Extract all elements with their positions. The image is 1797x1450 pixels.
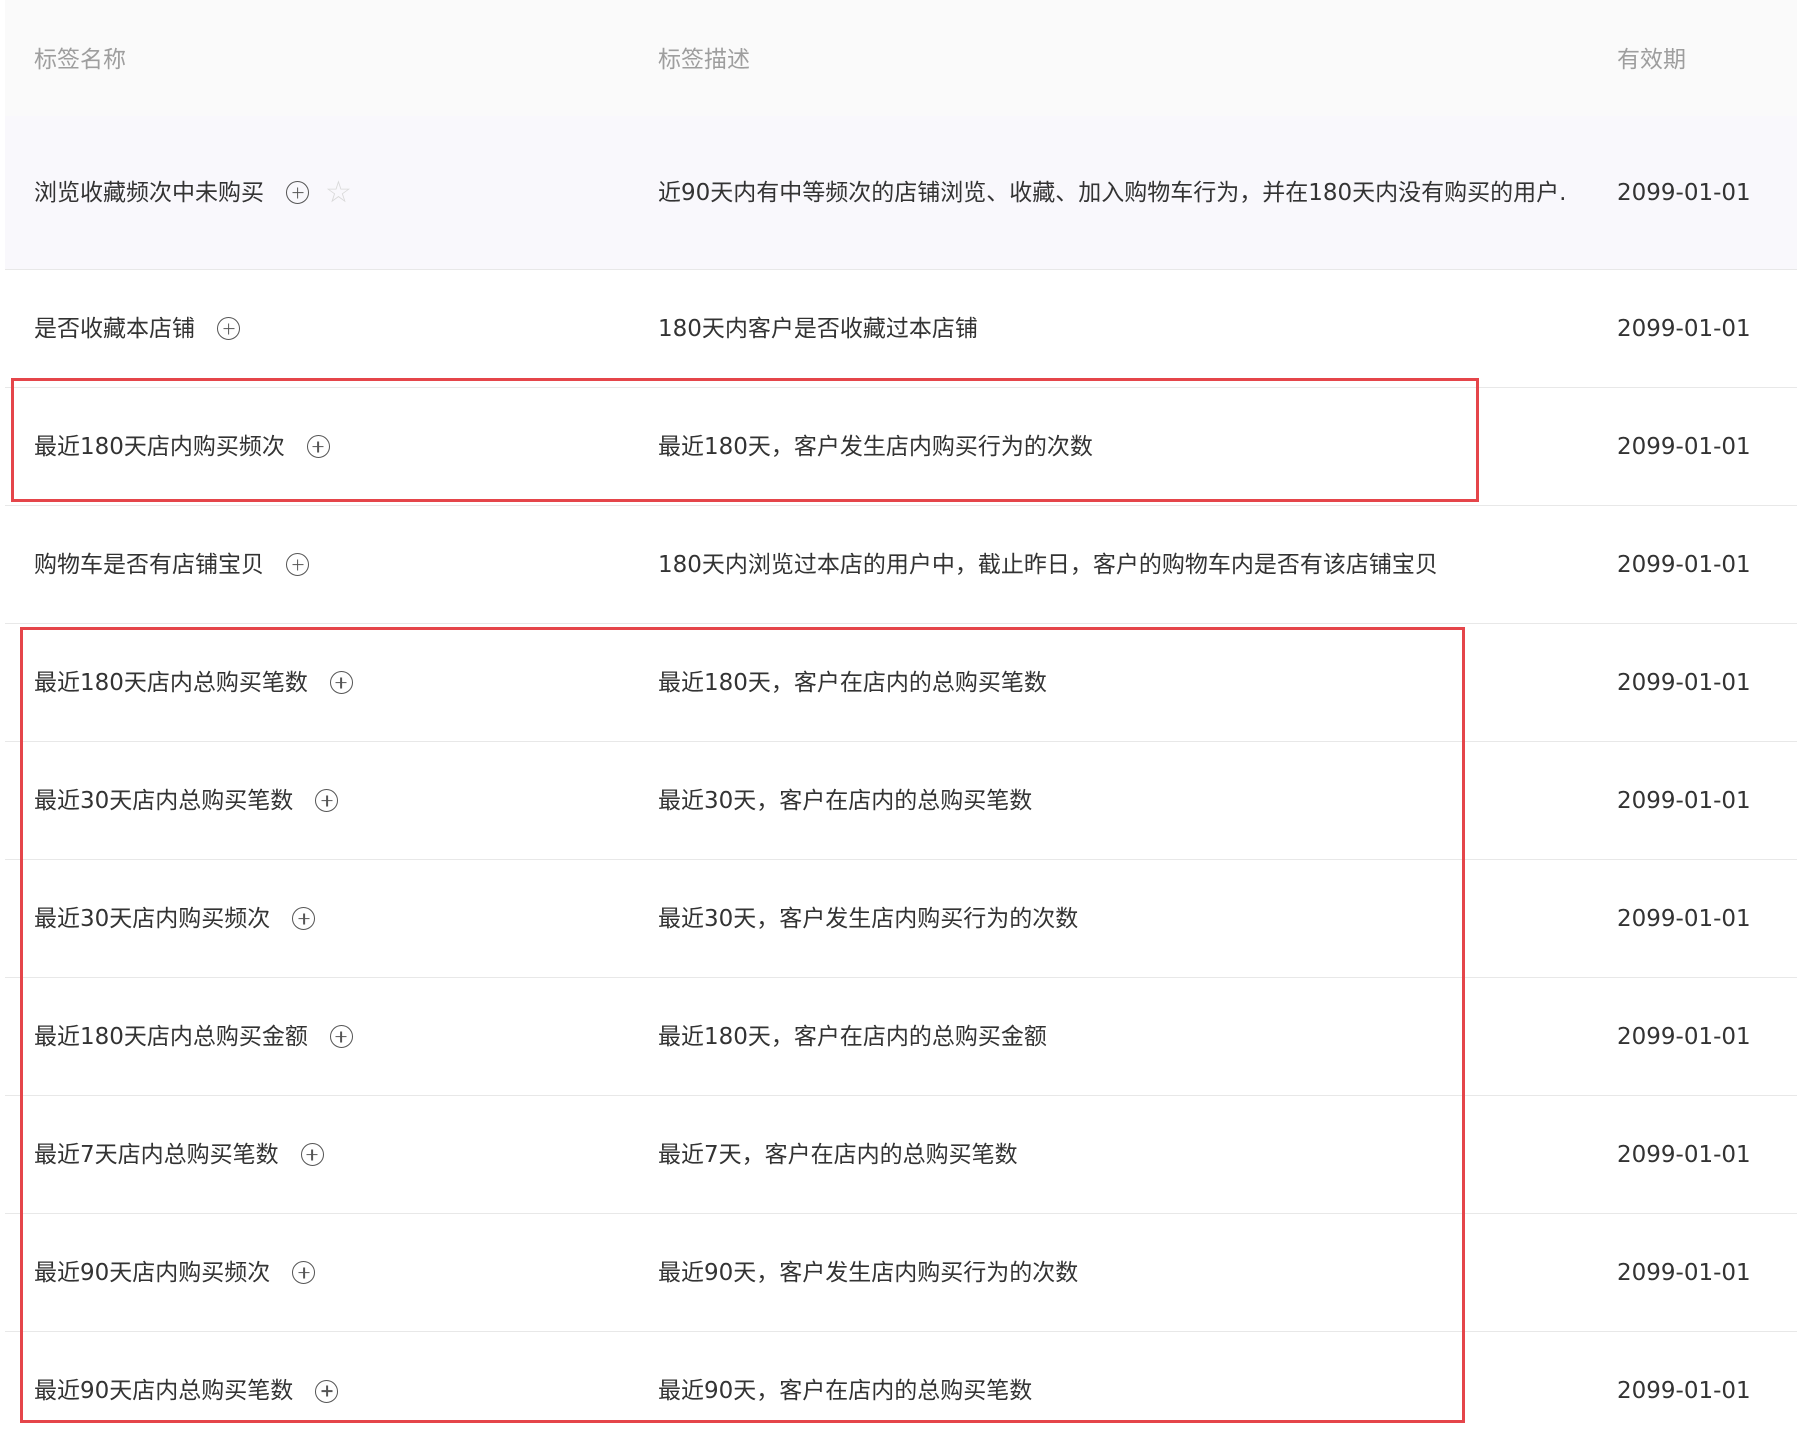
- table-header: 标签名称 标签描述 有效期: [5, 0, 1797, 116]
- table-row[interactable]: 购物车是否有店铺宝贝 180天内浏览过本店的用户中，截止昨日，客户的购物车内是否…: [5, 506, 1797, 624]
- tag-expiry: 2099-01-01: [1617, 787, 1751, 814]
- star-icon[interactable]: ☆: [325, 177, 352, 208]
- tag-expiry: 2099-01-01: [1617, 433, 1751, 460]
- column-header-description: 标签描述: [658, 47, 750, 73]
- column-header-expiry: 有效期: [1617, 47, 1686, 73]
- tag-expiry: 2099-01-01: [1617, 1141, 1751, 1168]
- highlight-box-group: [20, 627, 1465, 1423]
- tag-expiry: 2099-01-01: [1617, 179, 1751, 206]
- column-header-name: 标签名称: [34, 47, 126, 73]
- tag-expiry: 2099-01-01: [1617, 1259, 1751, 1286]
- highlight-box-single: [11, 378, 1479, 502]
- tag-expiry: 2099-01-01: [1617, 905, 1751, 932]
- table-row[interactable]: 浏览收藏频次中未购买 ☆ 近90天内有中等频次的店铺浏览、收藏、加入购物车行为，…: [5, 116, 1797, 270]
- tag-description: 180天内浏览过本店的用户中，截止昨日，客户的购物车内是否有该店铺宝贝: [658, 551, 1438, 578]
- add-circle-icon[interactable]: [217, 317, 240, 340]
- tag-expiry: 2099-01-01: [1617, 315, 1751, 342]
- add-circle-icon[interactable]: [286, 553, 309, 576]
- tag-expiry: 2099-01-01: [1617, 669, 1751, 696]
- tag-expiry: 2099-01-01: [1617, 1023, 1751, 1050]
- add-circle-icon[interactable]: [286, 181, 309, 204]
- tag-name: 购物车是否有店铺宝贝: [34, 551, 264, 578]
- tag-description: 180天内客户是否收藏过本店铺: [658, 315, 978, 342]
- tag-description: 近90天内有中等频次的店铺浏览、收藏、加入购物车行为，并在180天内没有购买的用…: [658, 179, 1567, 206]
- tag-expiry: 2099-01-01: [1617, 551, 1751, 578]
- tag-expiry: 2099-01-01: [1617, 1378, 1751, 1404]
- table-row[interactable]: 是否收藏本店铺 180天内客户是否收藏过本店铺 2099-01-01: [5, 270, 1797, 388]
- tag-name: 是否收藏本店铺: [34, 315, 195, 342]
- tag-name: 浏览收藏频次中未购买: [34, 179, 264, 206]
